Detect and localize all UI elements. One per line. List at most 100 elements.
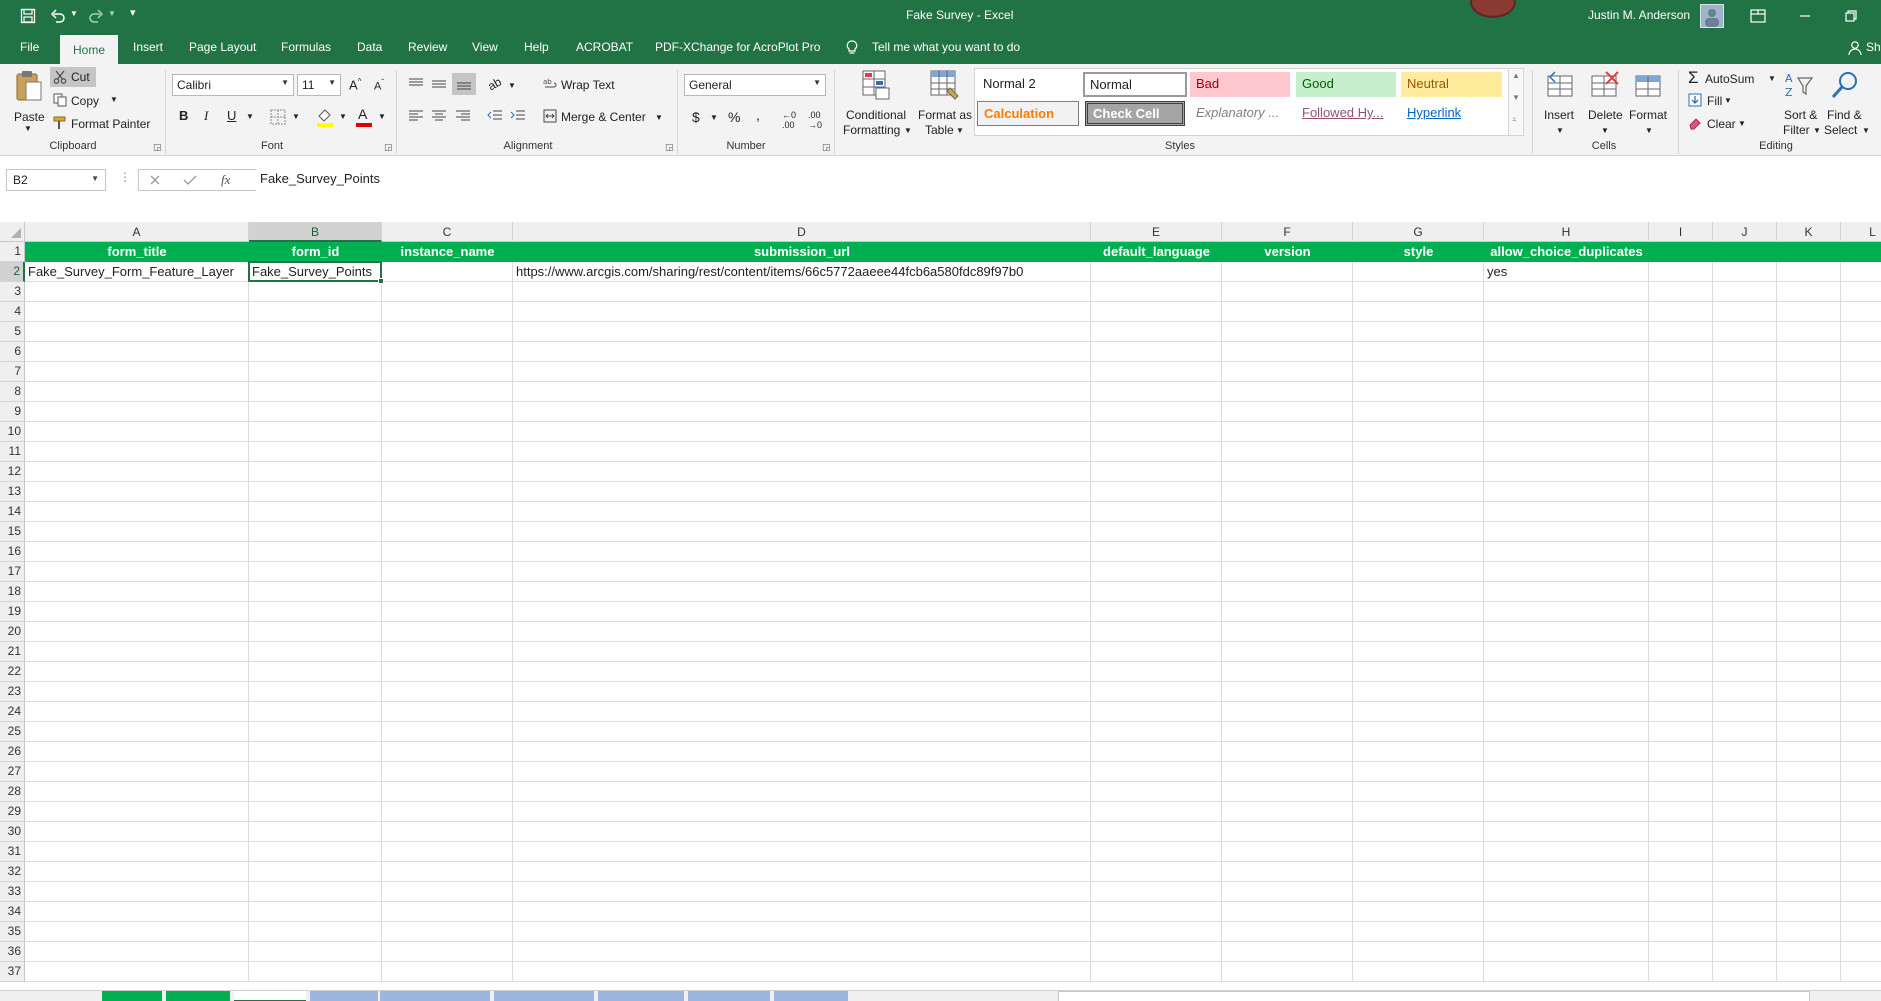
font-launcher-icon[interactable]: ◲: [384, 142, 393, 153]
style-calculation[interactable]: Calculation: [977, 101, 1079, 126]
column-header-D[interactable]: D: [513, 222, 1091, 242]
sheet-tab[interactable]: [380, 991, 490, 1001]
column-header-F[interactable]: F: [1222, 222, 1353, 242]
number-launcher-icon[interactable]: ◲: [822, 142, 831, 153]
italic-icon[interactable]: I: [204, 108, 208, 124]
row-header-21[interactable]: 21: [0, 642, 25, 662]
accounting-format-icon[interactable]: $: [692, 109, 700, 125]
find-select-button[interactable]: Find & Select ▼: [1822, 68, 1874, 138]
cell-C1[interactable]: instance_name: [382, 242, 513, 262]
percent-style-icon[interactable]: %: [728, 109, 740, 125]
avatar[interactable]: [1700, 4, 1724, 28]
orientation-icon[interactable]: ab: [485, 75, 504, 94]
style-normal[interactable]: Normal: [1083, 72, 1187, 97]
cell-L1[interactable]: [1841, 242, 1881, 262]
clipboard-launcher-icon[interactable]: ◲: [153, 142, 162, 153]
style-bad[interactable]: Bad: [1190, 72, 1290, 97]
tab-page-layout[interactable]: Page Layout: [189, 40, 256, 54]
cell-J2[interactable]: [1713, 262, 1777, 282]
column-header-I[interactable]: I: [1649, 222, 1713, 242]
top-align-icon[interactable]: [408, 77, 424, 91]
restore-icon[interactable]: [1844, 9, 1858, 23]
tab-view[interactable]: View: [472, 40, 498, 54]
style-good[interactable]: Good: [1296, 72, 1396, 97]
row-header-29[interactable]: 29: [0, 802, 25, 822]
redo-dropdown-icon[interactable]: ▼: [108, 9, 116, 18]
row-header-3[interactable]: 3: [0, 282, 25, 302]
autosum-button[interactable]: Σ AutoSum ▼: [1686, 68, 1776, 88]
select-all-corner[interactable]: [0, 222, 25, 242]
sheet-tab[interactable]: [494, 991, 594, 1001]
cell-A2[interactable]: Fake_Survey_Form_Feature_Layer: [25, 262, 249, 282]
row-header-1[interactable]: 1: [0, 242, 25, 262]
undo-dropdown-icon[interactable]: ▼: [70, 9, 78, 18]
format-painter-button[interactable]: Format Painter: [52, 115, 156, 133]
column-header-G[interactable]: G: [1353, 222, 1484, 242]
row-header-15[interactable]: 15: [0, 522, 25, 542]
borders-icon[interactable]: [270, 109, 286, 125]
row-header-27[interactable]: 27: [0, 762, 25, 782]
row-header-4[interactable]: 4: [0, 302, 25, 322]
increase-indent-icon[interactable]: [510, 109, 526, 123]
row-header-26[interactable]: 26: [0, 742, 25, 762]
fill-color-icon[interactable]: [316, 107, 334, 127]
bottom-align-button[interactable]: [452, 73, 476, 95]
cell-I1[interactable]: [1649, 242, 1713, 262]
font-size-combo[interactable]: 11 ▼: [297, 74, 341, 96]
row-header-28[interactable]: 28: [0, 782, 25, 802]
row-header-30[interactable]: 30: [0, 822, 25, 842]
delete-cells-button[interactable]: Delete ▼: [1584, 68, 1626, 138]
fill-button[interactable]: Fill ▼: [1686, 91, 1746, 111]
cell-A1[interactable]: form_title: [25, 242, 249, 262]
row-header-19[interactable]: 19: [0, 602, 25, 622]
column-header-E[interactable]: E: [1091, 222, 1222, 242]
fill-handle[interactable]: [378, 278, 384, 284]
cell-D1[interactable]: submission_url: [513, 242, 1091, 262]
increase-font-size-icon[interactable]: A^: [349, 77, 361, 92]
increase-decimal-icon[interactable]: ←0.00: [782, 110, 796, 130]
tab-help[interactable]: Help: [524, 40, 549, 54]
style-explanatory[interactable]: Explanatory ...: [1190, 101, 1290, 126]
cell-H1[interactable]: allow_choice_duplicates: [1484, 242, 1649, 262]
tab-acrobat[interactable]: ACROBAT: [576, 40, 633, 54]
merge-center-button[interactable]: Merge & Center: [561, 110, 646, 124]
user-name[interactable]: Justin M. Anderson: [1588, 8, 1690, 22]
name-box-dropdown-icon[interactable]: ▼: [91, 174, 99, 183]
ribbon-display-options-icon[interactable]: [1750, 9, 1766, 23]
minimize-icon[interactable]: [1798, 10, 1812, 22]
tell-me-search[interactable]: Tell me what you want to do: [872, 40, 1020, 54]
decrease-font-size-icon[interactable]: Aˇ: [374, 78, 384, 93]
row-header-2[interactable]: 2: [0, 262, 25, 282]
sheet-tab[interactable]: [688, 991, 770, 1001]
font-color-dropdown-icon[interactable]: ▼: [378, 112, 386, 121]
style-hyperlink[interactable]: Hyperlink: [1401, 101, 1501, 126]
save-icon[interactable]: [20, 8, 36, 24]
font-name-combo[interactable]: Calibri ▼: [172, 74, 294, 96]
paste-button[interactable]: Paste ▼: [8, 68, 50, 138]
align-right-icon[interactable]: [455, 109, 471, 123]
decrease-decimal-icon[interactable]: .00 →0: [808, 110, 822, 130]
row-header-24[interactable]: 24: [0, 702, 25, 722]
enter-check-icon[interactable]: [183, 174, 197, 186]
row-header-34[interactable]: 34: [0, 902, 25, 922]
bold-icon[interactable]: B: [179, 108, 188, 123]
orientation-dropdown-icon[interactable]: ▼: [508, 81, 516, 90]
tab-review[interactable]: Review: [408, 40, 447, 54]
name-box[interactable]: B2 ▼: [6, 169, 106, 191]
share-person-icon[interactable]: [1848, 40, 1862, 56]
tab-pdf-xchange[interactable]: PDF-XChange for AcroPlot Pro: [655, 40, 820, 54]
cell-E1[interactable]: default_language: [1091, 242, 1222, 262]
cell-K2[interactable]: [1777, 262, 1841, 282]
gallery-scroll-down-icon[interactable]: ▼: [1512, 93, 1520, 102]
row-header-12[interactable]: 12: [0, 462, 25, 482]
cell-B1[interactable]: form_id: [249, 242, 382, 262]
row-header-31[interactable]: 31: [0, 842, 25, 862]
column-header-A[interactable]: A: [25, 222, 249, 242]
align-left-icon[interactable]: [408, 109, 424, 123]
row-header-16[interactable]: 16: [0, 542, 25, 562]
row-header-23[interactable]: 23: [0, 682, 25, 702]
row-header-20[interactable]: 20: [0, 622, 25, 642]
row-header-6[interactable]: 6: [0, 342, 25, 362]
alignment-launcher-icon[interactable]: ◲: [665, 142, 674, 153]
undo-icon[interactable]: [50, 8, 66, 24]
